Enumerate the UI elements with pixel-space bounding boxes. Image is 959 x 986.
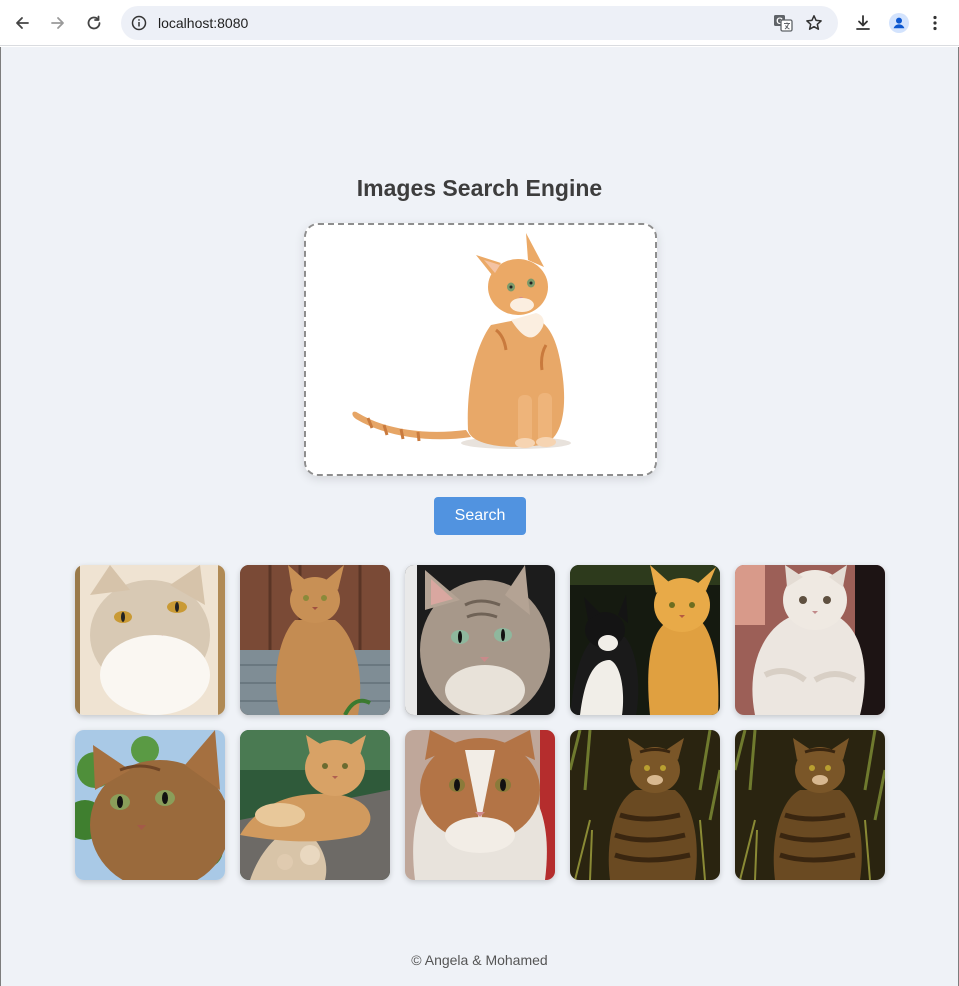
result-cat-photo xyxy=(570,730,720,880)
profile-icon[interactable] xyxy=(883,7,915,39)
menu-icon[interactable] xyxy=(919,7,951,39)
result-image[interactable] xyxy=(405,730,555,880)
result-cat-photo xyxy=(75,730,225,880)
result-image[interactable] xyxy=(240,730,390,880)
result-cat-photo xyxy=(735,565,885,715)
back-arrow-icon[interactable] xyxy=(6,7,38,39)
bookmark-star-icon[interactable] xyxy=(802,11,826,35)
result-cat-photo xyxy=(735,730,885,880)
result-image[interactable] xyxy=(240,565,390,715)
result-cat-photo xyxy=(240,565,390,715)
result-cat-photo xyxy=(240,730,390,880)
reload-icon[interactable] xyxy=(78,7,110,39)
page-title: Images Search Engine xyxy=(356,175,603,201)
image-upload-dropzone[interactable] xyxy=(304,223,657,476)
result-image[interactable] xyxy=(75,565,225,715)
address-bar[interactable]: localhost:8080 G xyxy=(121,6,838,40)
site-info-icon[interactable] xyxy=(127,11,151,35)
result-image[interactable] xyxy=(570,565,720,715)
result-image[interactable] xyxy=(570,730,720,880)
url-text[interactable]: localhost:8080 xyxy=(158,14,248,32)
result-image[interactable] xyxy=(75,730,225,880)
translate-icon[interactable]: G xyxy=(771,11,795,35)
result-cat-photo xyxy=(75,565,225,715)
browser-toolbar: localhost:8080 G xyxy=(0,0,959,46)
result-image[interactable] xyxy=(735,565,885,715)
results-grid xyxy=(75,565,886,880)
search-button[interactable]: Search xyxy=(434,497,526,535)
result-image[interactable] xyxy=(735,730,885,880)
download-icon[interactable] xyxy=(847,7,879,39)
result-cat-photo xyxy=(405,730,555,880)
forward-arrow-icon[interactable] xyxy=(42,7,74,39)
result-cat-photo xyxy=(570,565,720,715)
result-cat-photo xyxy=(405,565,555,715)
page-body: Images Search Engine Search © Angela & M… xyxy=(1,47,958,986)
query-image xyxy=(306,225,655,474)
footer-copyright: © Angela & Mohamed xyxy=(411,952,548,968)
result-image[interactable] xyxy=(405,565,555,715)
